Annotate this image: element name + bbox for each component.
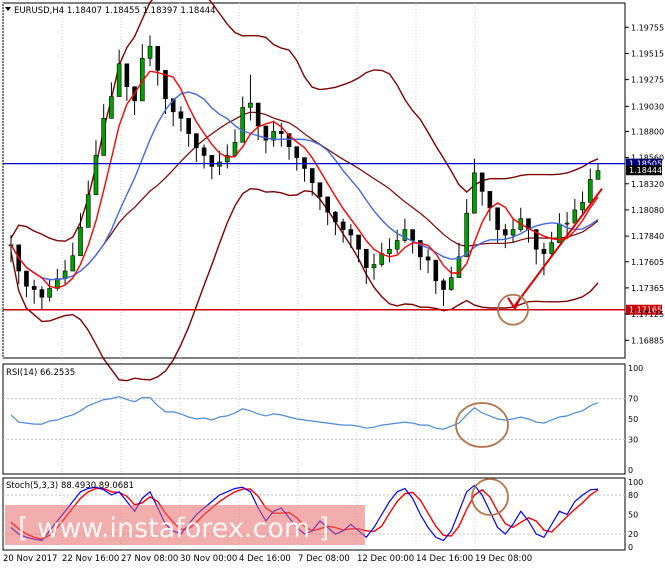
time-tick-label: 27 Nov 08:00 — [121, 554, 178, 564]
symbol-title: EURUSD,H4 1.18407 1.18455 1.18397 1.1844… — [14, 6, 216, 16]
current-price-tag: 1.18444 — [629, 166, 662, 175]
price-tick-label: 1.18560 — [631, 154, 664, 163]
candle-body — [580, 202, 585, 211]
candle-body — [541, 248, 547, 254]
time-tick-label: 4 Dec 16:00 — [239, 554, 291, 564]
candle-body — [363, 248, 369, 269]
candle-body — [147, 46, 153, 59]
stoch-title: Stoch(5,3,3) 88.4930 89.0681 — [6, 481, 134, 491]
candle-body — [78, 227, 83, 257]
candle-body — [155, 46, 161, 71]
candle-body — [448, 277, 454, 290]
candle-body — [479, 172, 485, 192]
time-tick-label: 12 Dec 00:00 — [357, 554, 414, 564]
price-tick-label: 1.18080 — [631, 206, 664, 215]
price-tick-label: 1.19515 — [631, 49, 664, 58]
price-tick-label: 1.17840 — [631, 232, 664, 241]
price-tick-label: 1.19275 — [631, 76, 664, 85]
price-tick-label: 1.17365 — [631, 284, 664, 293]
stoch-tick-label: 0 — [628, 543, 633, 552]
candle-body — [549, 242, 554, 254]
candle-body — [101, 118, 106, 156]
stoch-tick-label: 50 — [628, 511, 638, 520]
candle-body — [441, 280, 446, 290]
time-tick-label: 20 Nov 2017 — [3, 554, 57, 564]
candle-body — [371, 264, 377, 269]
candle-body — [472, 172, 477, 214]
rsi-tick-label: 0 — [628, 466, 633, 475]
rsi-tick-label: 50 — [628, 415, 638, 424]
candle-body — [510, 229, 516, 236]
rsi-title: RSI(14) 66.2535 — [6, 368, 75, 378]
candle-body — [503, 229, 508, 236]
price-tick-label: 1.17605 — [631, 258, 664, 267]
candle-body — [109, 96, 114, 119]
chart-canvas[interactable]: 1.185051.184441.17165 EURUSD,H4 1.18407 … — [0, 0, 665, 568]
candle-body — [116, 63, 122, 97]
price-tick-label: 1.19755 — [631, 23, 664, 32]
candle-body — [595, 170, 601, 180]
candle-body — [201, 147, 207, 156]
candle-body — [425, 256, 431, 261]
candle-body — [209, 155, 215, 167]
candle-body — [279, 131, 284, 134]
candle-body — [433, 259, 439, 282]
candle-body — [356, 234, 361, 250]
rsi-tick-label: 30 — [628, 435, 638, 444]
metatrader-chart[interactable]: 1.18505 1.18444 1.17165 EURUSD,H4 1.18407 … — [0, 0, 665, 568]
candle-body — [464, 212, 469, 258]
time-axis: 20 Nov 2017 22 Nov 16:00 27 Nov 08:00 30 No… — [3, 554, 532, 564]
candle-body — [333, 211, 338, 223]
time-tick-label: 30 Nov 00:00 — [180, 554, 237, 564]
candle-body — [394, 240, 400, 250]
candle-body — [186, 118, 191, 134]
candle-body — [70, 255, 76, 272]
time-tick-label: 22 Nov 16:00 — [62, 554, 119, 564]
candle-body — [178, 111, 184, 119]
candle-body — [487, 191, 493, 209]
candle-body — [124, 63, 130, 88]
candle-body — [255, 102, 261, 127]
watermark-text: [ www.instaforex.com ] — [18, 513, 329, 544]
candle-body — [456, 256, 462, 278]
rsi-tick-label: 70 — [628, 395, 638, 404]
candle-body — [47, 288, 52, 298]
candle-body — [85, 194, 91, 228]
candle-body — [309, 168, 315, 183]
stoch-tick-label: 20 — [628, 530, 638, 539]
candle-body — [564, 222, 570, 225]
candle-body — [194, 133, 199, 149]
candle-body — [495, 207, 500, 230]
time-tick-label: 7 Dec 08:00 — [298, 554, 350, 564]
time-tick-label: 14 Dec 16:00 — [416, 554, 473, 564]
candle-body — [572, 209, 578, 224]
price-tick-label: 1.16885 — [631, 336, 664, 345]
rsi-tick-label: 100 — [628, 364, 643, 373]
price-tick-label: 1.18800 — [631, 127, 664, 136]
candle-body — [294, 146, 300, 158]
candle-body — [93, 155, 99, 195]
candle-body — [24, 270, 29, 287]
candle-body — [31, 285, 37, 290]
candle-body — [240, 107, 246, 143]
candle-body — [317, 182, 323, 198]
price-tick-label: 1.17125 — [631, 310, 664, 319]
candle-body — [248, 102, 253, 108]
candle-body — [340, 221, 346, 230]
candle-body — [39, 289, 45, 298]
candle-body — [348, 229, 354, 236]
candle-body — [387, 248, 392, 254]
candle-body — [325, 196, 330, 213]
candle-body — [587, 179, 593, 203]
stoch-tick-label: 80 — [628, 491, 638, 500]
candle-body — [410, 229, 415, 241]
price-tick-label: 1.19030 — [631, 102, 664, 111]
stoch-tick-label: 100 — [628, 478, 643, 487]
time-tick-label: 19 Dec 08:00 — [475, 554, 532, 564]
price-tick-label: 1.18320 — [631, 180, 664, 189]
